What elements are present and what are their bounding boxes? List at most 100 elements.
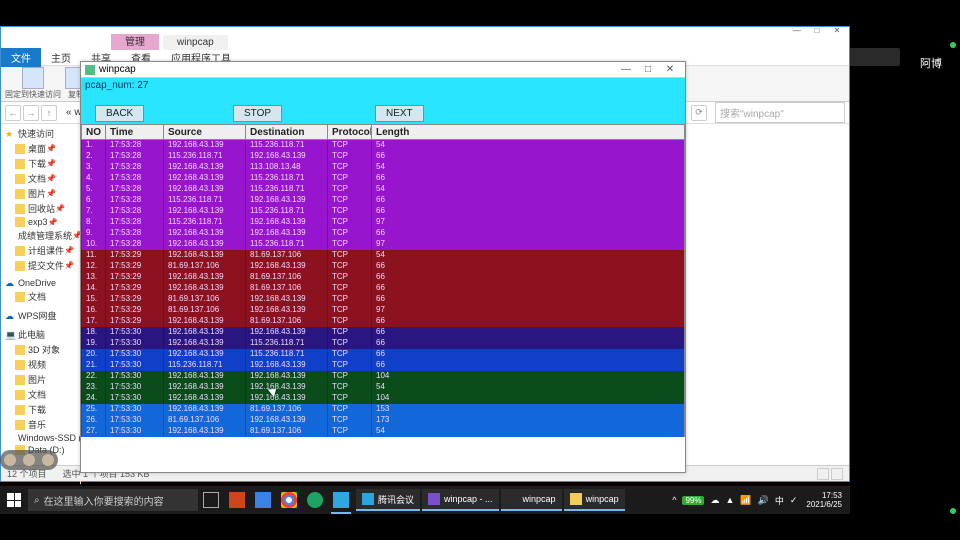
taskbar-window[interactable]: winpcap xyxy=(564,489,625,511)
table-row[interactable]: 7.17:53:28192.168.43.139115.236.118.71TC… xyxy=(81,206,684,217)
sidebar-item[interactable]: 文档📌 xyxy=(1,171,80,186)
table-row[interactable]: 2.17:53:28115.236.118.71192.168.43.139TC… xyxy=(81,151,684,162)
taskbar-app[interactable] xyxy=(250,486,276,514)
taskbar-app[interactable] xyxy=(224,486,250,514)
sidebar-item[interactable]: 3D 对象 xyxy=(1,342,80,357)
search-input[interactable]: 搜索"winpcap" xyxy=(715,102,845,123)
table-row[interactable]: 26.17:53:3081.69.137.106192.168.43.139TC… xyxy=(81,415,684,426)
table-row[interactable]: 1.17:53:28192.168.43.139115.236.118.71TC… xyxy=(81,140,684,151)
next-button[interactable]: NEXT xyxy=(375,105,424,122)
taskbar[interactable]: ⌕ 在这里输入你要搜索的内容 腾讯会议winpcap - ...winpcapw… xyxy=(0,486,850,514)
sidebar-item[interactable]: 计组课件📌 xyxy=(1,243,80,258)
tray-icon[interactable]: ✓ xyxy=(790,495,798,506)
taskbar-chrome[interactable] xyxy=(276,486,302,514)
ime-icon[interactable]: 中 xyxy=(775,494,784,507)
nav-back-button[interactable]: ← xyxy=(5,105,21,121)
close-button[interactable]: ✕ xyxy=(659,64,681,75)
col-proto[interactable]: Protocol xyxy=(327,125,371,139)
table-row[interactable]: 11.17:53:29192.168.43.13981.69.137.106TC… xyxy=(81,250,684,261)
maximize-button[interactable]: □ xyxy=(807,26,827,36)
table-row[interactable]: 22.17:53:30192.168.43.139192.168.43.139T… xyxy=(81,371,684,382)
col-time[interactable]: Time xyxy=(105,125,163,139)
taskbar-window[interactable]: winpcap xyxy=(501,489,562,511)
sidebar-item[interactable]: 下载 xyxy=(1,402,80,417)
taskbar-app[interactable] xyxy=(302,486,328,514)
sidebar-quick-access[interactable]: ★快速访问 xyxy=(1,126,80,141)
nav-up-button[interactable]: ↑ xyxy=(41,105,57,121)
sidebar-item[interactable]: 音乐 xyxy=(1,417,80,432)
table-row[interactable]: 8.17:53:28115.236.118.71192.168.43.139TC… xyxy=(81,217,684,228)
col-no[interactable]: NO xyxy=(81,125,105,139)
task-view-button[interactable] xyxy=(198,486,224,514)
tray-icon[interactable]: ☁ xyxy=(710,495,719,506)
col-len[interactable]: Length xyxy=(371,125,411,139)
table-row[interactable]: 18.17:53:30192.168.43.139192.168.43.139T… xyxy=(81,327,684,338)
table-body[interactable]: 1.17:53:28192.168.43.139115.236.118.71TC… xyxy=(81,140,685,437)
table-row[interactable]: 14.17:53:29192.168.43.13981.69.137.106TC… xyxy=(81,283,684,294)
sidebar-item[interactable]: 图片📌 xyxy=(1,186,80,201)
system-tray[interactable]: ^ 99% ☁ ▲ 📶 🔊 中 ✓ 17:53 2021/6/25 xyxy=(669,491,850,509)
tab-home[interactable]: 主页 xyxy=(41,48,81,67)
col-dest[interactable]: Destination xyxy=(245,125,327,139)
winpcap-titlebar[interactable]: winpcap — □ ✕ xyxy=(81,62,685,78)
close-button[interactable]: ✕ xyxy=(827,26,847,36)
participant-avatars[interactable] xyxy=(0,450,58,470)
stop-button[interactable]: STOP xyxy=(233,105,282,122)
sidebar-item[interactable]: 提交文件📌 xyxy=(1,258,80,273)
tray-icon[interactable]: ▲ xyxy=(725,495,734,505)
sidebar-item[interactable]: 文档 xyxy=(1,387,80,402)
sidebar[interactable]: ★快速访问 桌面📌下载📌文档📌图片📌回收站📌exp3📌成绩管理系统📌计组课件📌提… xyxy=(1,124,81,484)
view-icons-button[interactable] xyxy=(831,468,843,480)
sidebar-item[interactable]: 视频 xyxy=(1,357,80,372)
view-details-button[interactable] xyxy=(817,468,829,480)
pin-icon[interactable] xyxy=(22,67,44,89)
sidebar-item[interactable]: 桌面📌 xyxy=(1,141,80,156)
wifi-icon[interactable]: 📶 xyxy=(740,495,751,506)
sidebar-item[interactable]: Windows-SSD (C:) xyxy=(1,432,80,444)
minimize-button[interactable]: — xyxy=(615,64,637,75)
table-row[interactable]: 9.17:53:28192.168.43.139192.168.43.139TC… xyxy=(81,228,684,239)
sidebar-wps[interactable]: ☁WPS网盘 xyxy=(1,308,80,323)
table-row[interactable]: 10.17:53:28192.168.43.139115.236.118.71T… xyxy=(81,239,684,250)
sidebar-item[interactable]: 文档 xyxy=(1,289,80,304)
sidebar-item[interactable]: 图片 xyxy=(1,372,80,387)
table-row[interactable]: 25.17:53:30192.168.43.13981.69.137.106TC… xyxy=(81,404,684,415)
table-row[interactable]: 27.17:53:30192.168.43.13981.69.137.106TC… xyxy=(81,426,684,437)
tab-file[interactable]: 文件 xyxy=(1,48,41,67)
col-source[interactable]: Source xyxy=(163,125,245,139)
taskbar-window[interactable]: winpcap - ... xyxy=(422,489,499,511)
table-row[interactable]: 17.17:53:29192.168.43.13981.69.137.106TC… xyxy=(81,316,684,327)
table-row[interactable]: 24.17:53:30192.168.43.139192.168.43.139T… xyxy=(81,393,684,404)
table-row[interactable]: 23.17:53:30192.168.43.139192.168.43.139T… xyxy=(81,382,684,393)
sidebar-item[interactable]: 下载📌 xyxy=(1,156,80,171)
sidebar-item[interactable]: 回收站📌 xyxy=(1,201,80,216)
start-button[interactable] xyxy=(0,486,28,514)
maximize-button[interactable]: □ xyxy=(637,64,659,75)
table-row[interactable]: 19.17:53:30192.168.43.139115.236.118.71T… xyxy=(81,338,684,349)
clock[interactable]: 17:53 2021/6/25 xyxy=(806,491,842,509)
sidebar-thispc[interactable]: 💻此电脑 xyxy=(1,327,80,342)
taskbar-window[interactable]: 腾讯会议 xyxy=(356,489,420,511)
table-row[interactable]: 6.17:53:28115.236.118.71192.168.43.139TC… xyxy=(81,195,684,206)
table-row[interactable]: 3.17:53:28192.168.43.139113.108.13.48TCP… xyxy=(81,162,684,173)
table-row[interactable]: 15.17:53:2981.69.137.106192.168.43.139TC… xyxy=(81,294,684,305)
explorer-titlebar[interactable]: — □ ✕ xyxy=(1,27,849,34)
table-row[interactable]: 16.17:53:2981.69.137.106192.168.43.139TC… xyxy=(81,305,684,316)
back-button[interactable]: BACK xyxy=(95,105,144,122)
table-row[interactable]: 4.17:53:28192.168.43.139115.236.118.71TC… xyxy=(81,173,684,184)
table-row[interactable]: 13.17:53:29192.168.43.13981.69.137.106TC… xyxy=(81,272,684,283)
nav-fwd-button[interactable]: → xyxy=(23,105,39,121)
minimize-button[interactable]: — xyxy=(787,26,807,36)
sidebar-item[interactable]: 成绩管理系统📌 xyxy=(1,228,80,243)
table-row[interactable]: 21.17:53:30115.236.118.71192.168.43.139T… xyxy=(81,360,684,371)
taskbar-search[interactable]: ⌕ 在这里输入你要搜索的内容 xyxy=(28,489,198,511)
sidebar-item[interactable]: exp3📌 xyxy=(1,216,80,228)
chevron-up-icon[interactable]: ^ xyxy=(672,495,676,505)
table-row[interactable]: 5.17:53:28192.168.43.139115.236.118.71TC… xyxy=(81,184,684,195)
volume-icon[interactable]: 🔊 xyxy=(758,495,769,506)
sidebar-onedrive[interactable]: ☁OneDrive xyxy=(1,277,80,289)
battery-level[interactable]: 99% xyxy=(682,496,704,505)
taskbar-app[interactable] xyxy=(328,486,354,514)
refresh-button[interactable]: ⟳ xyxy=(691,105,707,121)
table-row[interactable]: 12.17:53:2981.69.137.106192.168.43.139TC… xyxy=(81,261,684,272)
